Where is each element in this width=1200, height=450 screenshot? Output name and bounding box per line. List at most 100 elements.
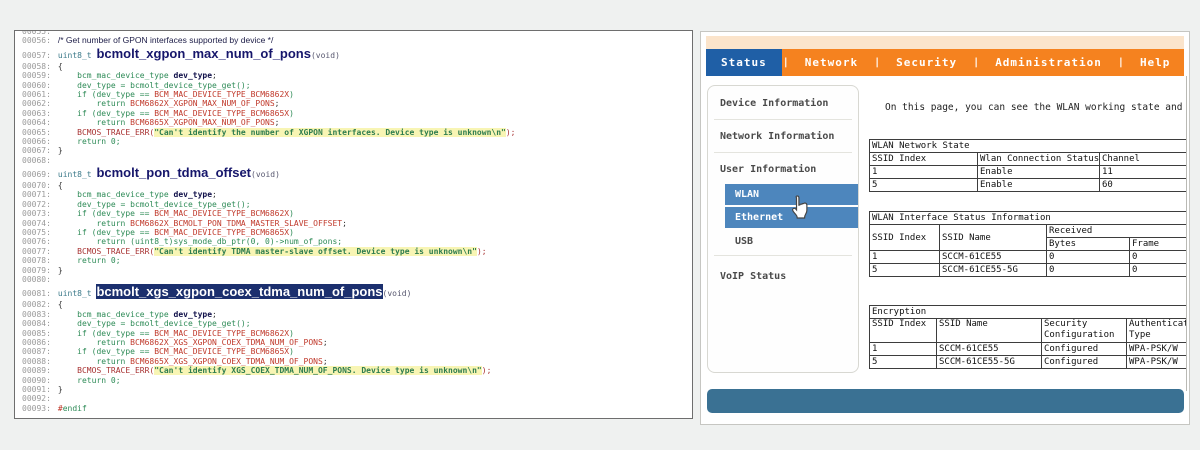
line-number: 00065: — [22, 128, 51, 137]
table-cell: 5 — [870, 356, 937, 369]
code-line: 00074: return BCM6862X_BCMOLT_PON_TDMA_M… — [22, 219, 692, 228]
sidebar-item-network-information[interactable]: Network Information — [708, 122, 858, 150]
table-cell: SCCM-61CE55-5G — [937, 356, 1042, 369]
column-header: Wlan Connection Status — [978, 153, 1100, 166]
nav-tab-network[interactable]: Network — [790, 49, 873, 76]
code-segment: ) — [289, 109, 294, 118]
table-title: WLAN Network State — [870, 140, 1188, 153]
code-segment: return 0; — [58, 376, 121, 385]
code-line: 00086: return BCM6862X_XGS_XGPON_COEX_TD… — [22, 338, 692, 347]
sidebar-divider — [714, 119, 852, 120]
code-segment: return — [58, 219, 130, 228]
line-number: 00085: — [22, 329, 51, 338]
code-segment: (void) — [311, 51, 340, 60]
nav-tab-status[interactable]: Status — [706, 49, 782, 76]
sidebar-item-voip-status[interactable]: VoIP Status — [708, 258, 858, 290]
screenshot-canvas: 00055:00056:/* Get number of GPON interf… — [0, 0, 1200, 450]
line-number: 00061: — [22, 90, 51, 99]
code-line: 00061: if (dev_type == BCM_MAC_DEVICE_TY… — [22, 90, 692, 99]
code-line: 00057:uint8_t bcmolt_xgpon_max_num_of_po… — [22, 46, 692, 62]
code-line: 00070:{ — [22, 181, 692, 190]
code-line: 00093:#endif — [22, 404, 692, 413]
nav-tab-security[interactable]: Security — [881, 49, 972, 76]
line-number: 00093: — [22, 404, 51, 413]
column-header: Channel — [1100, 153, 1188, 166]
table-cell: SCCM-61CE55 — [940, 251, 1047, 264]
code-segment: dev_type = bcmolt_device_type_get(); — [58, 319, 251, 328]
code-segment: if (dev_type == — [58, 109, 154, 118]
code-segment: BCM_MAC_DEVICE_TYPE_BCM6865X — [154, 228, 289, 237]
page-description: On this page, you can see the WLAN worki… — [885, 102, 1186, 113]
table-encryption: EncryptionSSID IndexSSID NameSecurity Co… — [869, 305, 1187, 369]
code-segment: { — [58, 62, 63, 71]
code-segment: "Can't identify the number of XGPON inte… — [154, 128, 506, 137]
table-cell: 1 — [870, 251, 940, 264]
table-cell: 0 — [1047, 251, 1130, 264]
code-line: 00075: if (dev_type == BCM_MAC_DEVICE_TY… — [22, 228, 692, 237]
table-cell: 5 — [870, 179, 978, 192]
code-lines: 00055:00056:/* Get number of GPON interf… — [22, 30, 692, 413]
router-body: Device Information Network Information Use… — [701, 76, 1189, 426]
code-segment: return — [58, 338, 130, 347]
line-number: 00068: — [22, 156, 51, 165]
line-number: 00080: — [22, 275, 51, 284]
code-line: 00085: if (dev_type == BCM_MAC_DEVICE_TY… — [22, 329, 692, 338]
code-line: 00080: — [22, 275, 692, 284]
code-segment: BCMOS_TRACE_ERR( — [58, 366, 154, 375]
nav-tab-administration[interactable]: Administration — [980, 49, 1117, 76]
line-number: 00083: — [22, 310, 51, 319]
code-segment: ) — [289, 329, 294, 338]
line-number: 00074: — [22, 219, 51, 228]
code-segment: if (dev_type == — [58, 347, 154, 356]
line-number: 00069: — [22, 170, 51, 179]
code-segment: if (dev_type == — [58, 329, 154, 338]
line-number: 00079: — [22, 266, 51, 275]
nav-tab-help[interactable]: Help — [1125, 49, 1186, 76]
code-segment: (void) — [251, 170, 280, 179]
line-number: 00072: — [22, 200, 51, 209]
tables-container: WLAN Network State SSID Index Wlan Connect… — [868, 139, 1186, 369]
table-cell: 11 — [1100, 166, 1188, 179]
line-number: 00091: — [22, 385, 51, 394]
sidebar-item-user-information[interactable]: User Information — [708, 155, 858, 183]
code-segment: BCM_MAC_DEVICE_TYPE_BCM6865X — [154, 109, 289, 118]
code-line: 00056:/* Get number of GPON interfaces s… — [22, 36, 692, 45]
code-segment: "Can't identify TDMA master-slave offset… — [154, 247, 477, 256]
column-header: Frame — [1130, 238, 1188, 251]
code-line: 00077: BCMOS_TRACE_ERR("Can't identify T… — [22, 247, 692, 256]
code-segment: dev_type — [174, 71, 213, 80]
code-segment: ; — [323, 338, 328, 347]
code-line: 00058:{ — [22, 62, 692, 71]
code-segment: ); — [482, 366, 492, 375]
column-header: SSID Name — [940, 225, 1047, 251]
line-number: 00075: — [22, 228, 51, 237]
function-name: bcmolt_xgpon_max_num_of_pons — [96, 46, 311, 61]
column-header: SSID Index — [870, 319, 937, 343]
nav-separator: | — [972, 57, 980, 68]
table-cell: Configured — [1042, 356, 1127, 369]
code-segment: ; — [275, 99, 280, 108]
code-segment: ; — [342, 219, 347, 228]
code-segment: uint8_t — [58, 51, 97, 60]
code-segment: return 0; — [58, 137, 121, 146]
code-line: 00078: return 0; — [22, 256, 692, 265]
table-cell: WPA-PSK/W — [1127, 343, 1188, 356]
code-segment: return — [58, 357, 130, 366]
code-segment: return — [58, 118, 130, 127]
code-segment: } — [58, 385, 63, 394]
sidebar-item-device-information[interactable]: Device Information — [708, 89, 858, 117]
line-number: 00078: — [22, 256, 51, 265]
function-name: bcmolt_xgs_xgpon_coex_tdma_num_of_pons — [96, 284, 382, 299]
table-cell: 0 — [1047, 264, 1130, 277]
sidebar-item-usb[interactable]: USB — [725, 230, 858, 253]
code-segment: uint8_t — [58, 289, 97, 298]
code-segment: /* Get number of GPON interfaces support… — [58, 35, 273, 45]
table-cell: Enable — [978, 166, 1100, 179]
code-segment: (void) — [383, 289, 412, 298]
column-header: SSID Index — [870, 225, 940, 251]
code-segment: bcm_mac_device_type — [58, 71, 174, 80]
code-line: 00063: if (dev_type == BCM_MAC_DEVICE_TY… — [22, 109, 692, 118]
table-title: Encryption — [870, 306, 1188, 319]
line-number: 00062: — [22, 99, 51, 108]
code-segment: ) — [289, 90, 294, 99]
